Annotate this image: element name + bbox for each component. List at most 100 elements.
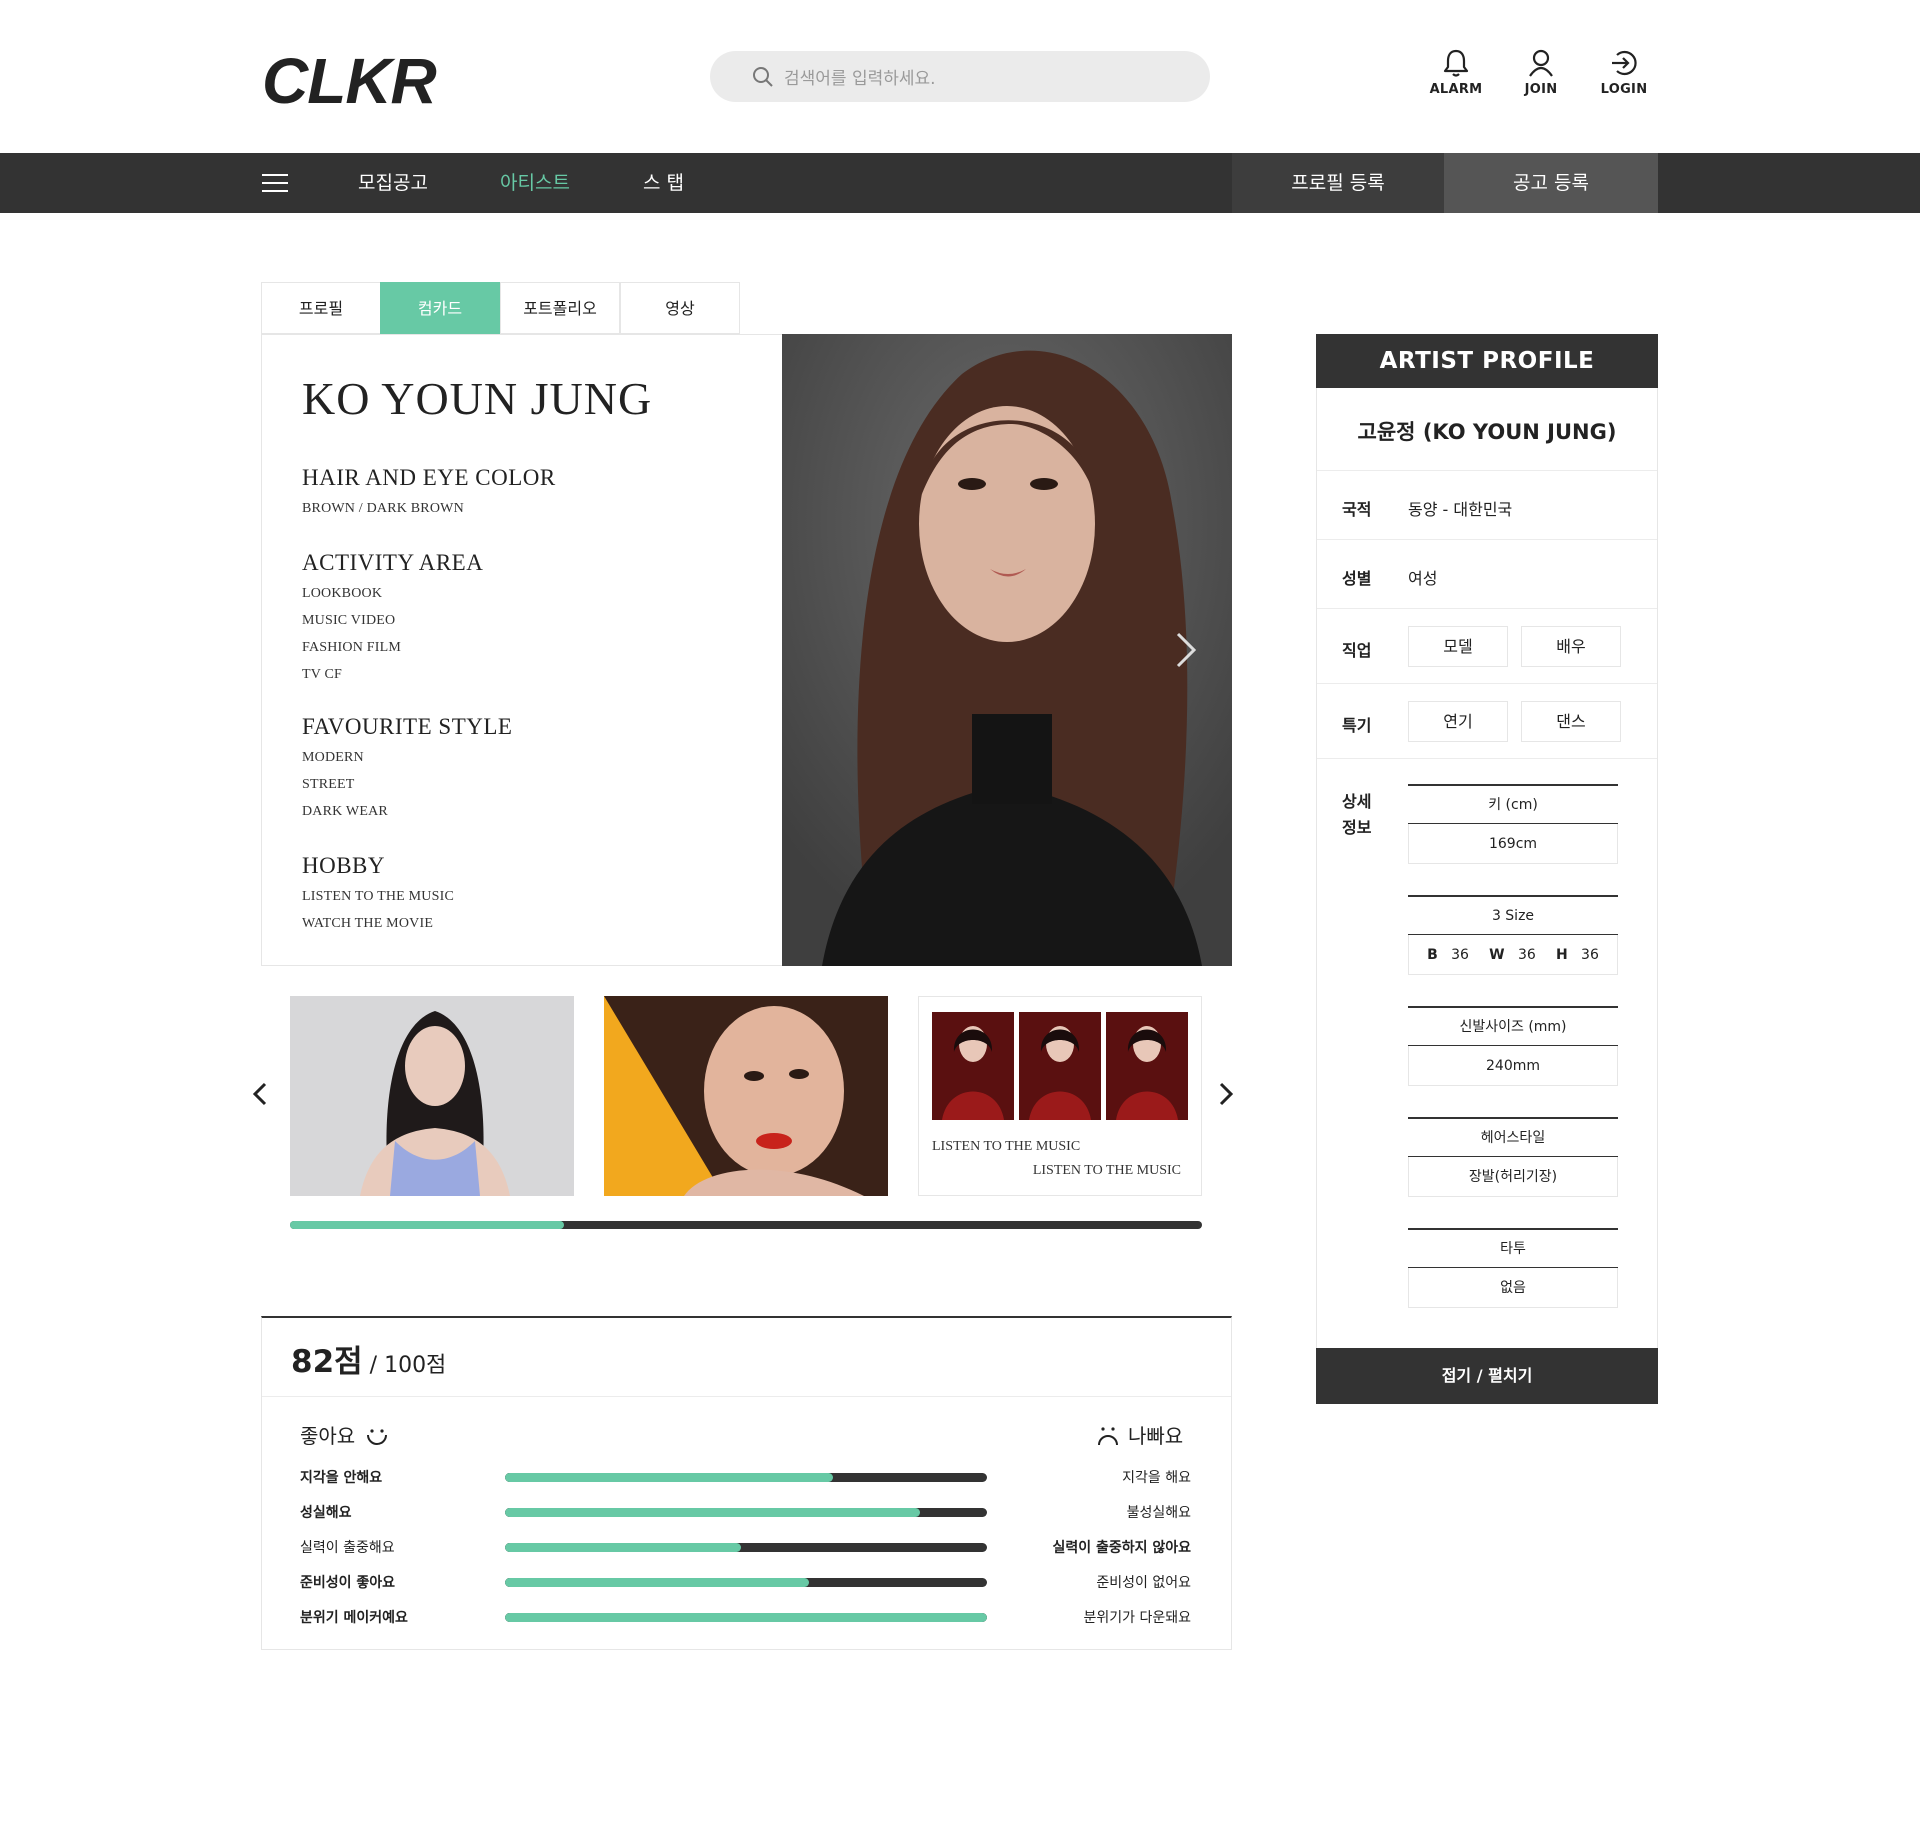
job-label: 직업 bbox=[1342, 641, 1372, 660]
detail-label: 상세 bbox=[1342, 792, 1372, 811]
divider bbox=[1317, 608, 1657, 609]
next-arrow-icon[interactable] bbox=[1217, 1080, 1235, 1115]
tab-compcard[interactable]: 컴카드 bbox=[380, 282, 500, 334]
score-row-bar bbox=[505, 1613, 987, 1622]
divider bbox=[1317, 758, 1657, 759]
nav-recruit[interactable]: 모집공고 bbox=[358, 153, 428, 213]
hair-label: 헤어스타일 bbox=[1408, 1117, 1618, 1157]
register-profile-button[interactable]: 프로필 등록 bbox=[1232, 153, 1444, 213]
detail-tattoo: 타투 없음 bbox=[1408, 1228, 1618, 1308]
skill-chip: 댄스 bbox=[1521, 701, 1621, 742]
score-row-bar-fill bbox=[505, 1473, 833, 1482]
frown-icon bbox=[1098, 1426, 1118, 1445]
size-values: B 36 W 36 H 36 bbox=[1408, 935, 1618, 975]
thumbnail-3[interactable]: LISTEN TO THE MUSIC LISTEN TO THE MUSIC bbox=[918, 996, 1202, 1196]
carousel-progress-fill bbox=[290, 1221, 564, 1229]
bad-label: 나빠요 bbox=[1128, 1424, 1184, 1448]
score-row-bar bbox=[505, 1578, 987, 1587]
detail-hair: 헤어스타일 장발(허리기장) bbox=[1408, 1117, 1618, 1197]
tattoo-label: 타투 bbox=[1408, 1228, 1618, 1268]
shoe-label: 신발사이즈 (mm) bbox=[1408, 1006, 1618, 1046]
score-row-negative-label: 분위기가 다운돼요 bbox=[1083, 1610, 1192, 1626]
score-row-negative-label: 준비성이 없어요 bbox=[1096, 1575, 1191, 1591]
tab-portfolio[interactable]: 포트폴리오 bbox=[500, 282, 620, 334]
score-row-bar-fill bbox=[505, 1508, 920, 1517]
register-post-button[interactable]: 공고 등록 bbox=[1444, 153, 1658, 213]
nav-artist[interactable]: 아티스트 bbox=[500, 153, 570, 213]
good-header: 좋아요 bbox=[300, 1420, 389, 1449]
logo[interactable]: CLKR bbox=[262, 44, 437, 118]
gender-value: 여성 bbox=[1408, 569, 1438, 588]
divider bbox=[1317, 539, 1657, 540]
section-title-hobby: HOBBY bbox=[302, 853, 396, 879]
toggle-button[interactable]: 접기 / 펼치기 bbox=[1316, 1348, 1658, 1404]
size-label: 3 Size bbox=[1408, 895, 1618, 935]
alarm-button[interactable]: ALARM bbox=[1421, 48, 1491, 97]
hair-value: 장발(허리기장) bbox=[1408, 1157, 1618, 1197]
login-label: LOGIN bbox=[1600, 82, 1648, 97]
score-row-bar-fill bbox=[505, 1578, 809, 1587]
section-item: MODERN bbox=[302, 750, 364, 765]
thumbnail-2[interactable] bbox=[604, 996, 888, 1196]
gender-label: 성별 bbox=[1342, 569, 1372, 588]
score-row-positive-label: 지각을 안해요 bbox=[300, 1470, 383, 1486]
search-input[interactable]: 검색어를 입력하세요. bbox=[784, 64, 936, 89]
section-item: LOOKBOOK bbox=[302, 586, 383, 601]
job-chip: 배우 bbox=[1521, 626, 1621, 667]
search-icon bbox=[753, 66, 773, 87]
section-item: LISTEN TO THE MUSIC bbox=[302, 889, 454, 904]
good-label: 좋아요 bbox=[300, 1424, 356, 1448]
section-title-hair: HAIR AND EYE COLOR bbox=[302, 465, 566, 491]
join-button[interactable]: JOIN bbox=[1506, 48, 1576, 97]
nationality-value: 동양 - 대한민국 bbox=[1408, 500, 1513, 519]
score-row-bar bbox=[505, 1543, 987, 1552]
detail-3size: 3 Size B 36 W 36 H 36 bbox=[1408, 895, 1618, 975]
divider bbox=[1317, 683, 1657, 684]
section-item: WATCH THE MOVIE bbox=[302, 916, 434, 931]
skill-label: 특기 bbox=[1342, 716, 1372, 735]
alarm-label: ALARM bbox=[1429, 82, 1483, 97]
section-item: DARK WEAR bbox=[302, 804, 388, 819]
tab-video[interactable]: 영상 bbox=[620, 282, 740, 334]
height-label: 키 (cm) bbox=[1408, 784, 1618, 824]
tattoo-value: 없음 bbox=[1408, 1268, 1618, 1308]
score-row-positive-label: 실력이 출중해요 bbox=[300, 1540, 395, 1556]
score-row-positive-label: 준비성이 좋아요 bbox=[300, 1575, 396, 1591]
thumbnail-caption: LISTEN TO THE MUSIC bbox=[1032, 1163, 1181, 1178]
user-icon bbox=[1529, 49, 1553, 77]
score-row-negative-label: 지각을 해요 bbox=[1122, 1470, 1191, 1486]
score-value: 82점 / 100점 bbox=[291, 1344, 447, 1380]
artist-name-title: KO YOUN JUNG bbox=[302, 373, 653, 424]
artist-profile-heading: ARTIST PROFILE bbox=[1316, 334, 1658, 388]
bell-icon bbox=[1443, 49, 1469, 77]
search-bar[interactable]: 검색어를 입력하세요. bbox=[710, 51, 1210, 102]
detail-label: 정보 bbox=[1342, 818, 1372, 837]
next-photo-icon[interactable] bbox=[1174, 630, 1198, 670]
section-item: BROWN / DARK BROWN bbox=[302, 501, 464, 516]
divider bbox=[1317, 470, 1657, 471]
carousel-progress-bar[interactable] bbox=[290, 1221, 1202, 1229]
score-row-bar bbox=[505, 1508, 987, 1517]
login-button[interactable]: LOGIN bbox=[1589, 48, 1659, 97]
bad-header: 나빠요 bbox=[1096, 1420, 1183, 1449]
shoe-value: 240mm bbox=[1408, 1046, 1618, 1086]
nav-staff[interactable]: 스 탭 bbox=[643, 153, 684, 213]
score-row-bar-fill bbox=[505, 1613, 987, 1622]
prev-arrow-icon[interactable] bbox=[251, 1080, 269, 1115]
tab-profile[interactable]: 프로필 bbox=[261, 282, 381, 334]
score-row-bar-fill bbox=[505, 1543, 742, 1552]
thumbnail-1[interactable] bbox=[290, 996, 574, 1196]
section-item: MUSIC VIDEO bbox=[302, 613, 396, 628]
section-item: FASHION FILM bbox=[302, 640, 401, 655]
smile-icon bbox=[367, 1428, 388, 1445]
login-icon bbox=[1612, 50, 1637, 76]
section-title-activity: ACTIVITY AREA bbox=[302, 550, 494, 576]
score-row-negative-label: 불성실해요 bbox=[1126, 1505, 1191, 1521]
score-row-bar bbox=[505, 1473, 987, 1482]
menu-icon[interactable] bbox=[262, 174, 288, 192]
artist-main-photo bbox=[782, 334, 1232, 966]
score-row-positive-label: 분위기 메이커예요 bbox=[300, 1610, 408, 1626]
height-value: 169cm bbox=[1408, 824, 1618, 864]
job-chip: 모델 bbox=[1408, 626, 1508, 667]
nationality-label: 국적 bbox=[1342, 500, 1372, 519]
